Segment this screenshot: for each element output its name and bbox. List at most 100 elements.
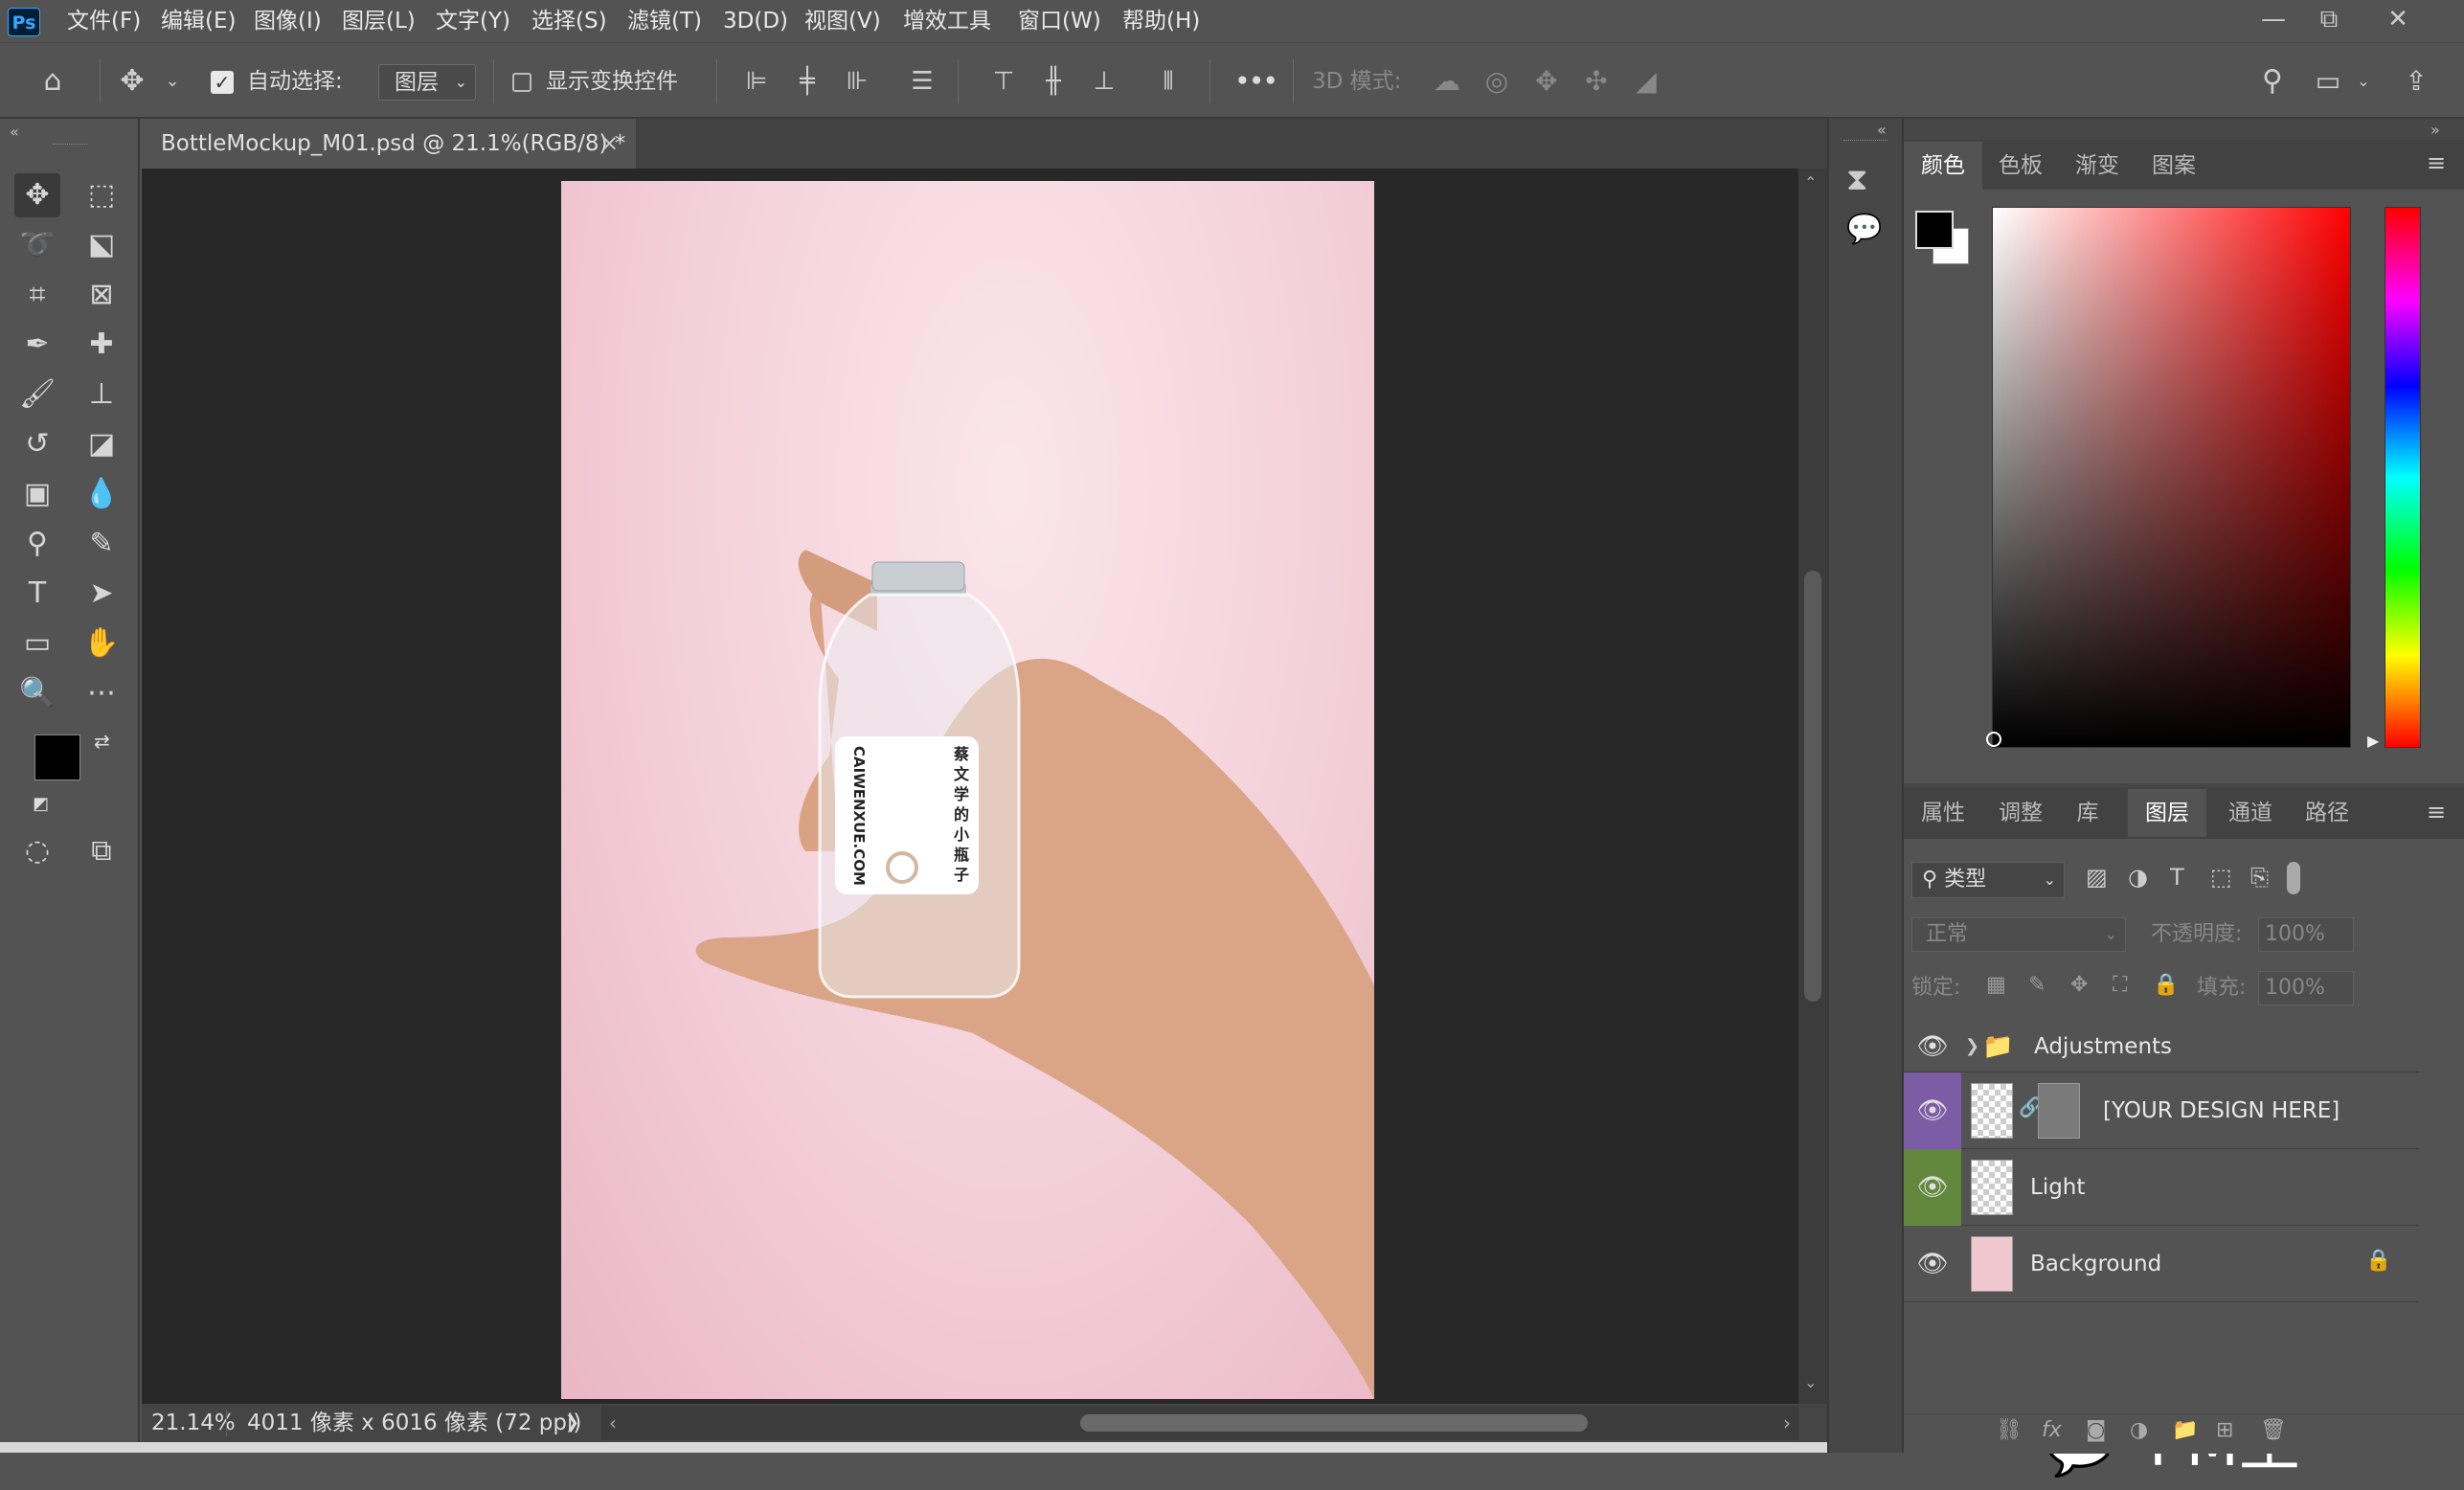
3d-camera-icon[interactable]: ◢ [1624,43,1668,120]
layer-row-background[interactable]: 👁 Background 🔒 [1904,1226,2419,1302]
panel-menu-icon[interactable]: ≡ [2427,799,2446,825]
tab-patterns[interactable]: 图案 [2136,142,2212,190]
default-colors-icon[interactable]: ◩ [33,794,49,814]
lock-pixels-icon[interactable]: ✎ [2028,973,2046,997]
path-select-tool-icon[interactable]: ➤ [79,572,124,616]
panel-foreground-swatch[interactable] [1915,211,1954,249]
opacity-field[interactable]: 100% [2258,917,2354,952]
visibility-eye-icon[interactable]: 👁 [1904,1021,1961,1072]
align-bottom-icon[interactable]: ⊥ [1085,43,1123,120]
menu-type[interactable]: 文字(Y) [436,0,510,42]
healing-brush-tool-icon[interactable]: ✚ [79,323,124,367]
foreground-color-swatch[interactable] [34,734,80,780]
hue-slider-handle[interactable]: ▶ [2367,732,2379,750]
color-picker-cursor[interactable] [1986,732,2001,747]
add-mask-icon[interactable]: ◙ [2086,1418,2106,1442]
horizontal-scrollbar[interactable]: ‹ › [601,1406,1798,1440]
lasso-tool-icon[interactable]: ➰ [14,223,60,267]
brush-tool-icon[interactable]: 🖌 [14,372,60,417]
3d-slide-icon[interactable]: ✣ [1574,43,1618,120]
blur-tool-icon[interactable]: 💧 [79,472,124,516]
more-tools-icon[interactable]: ⋯ [79,671,124,715]
vertical-scroll-thumb[interactable] [1804,571,1821,1002]
status-menu-arrow[interactable]: ❯ [565,1404,579,1442]
menu-file[interactable]: 文件(F) [67,0,141,42]
tab-swatches[interactable]: 色板 [1982,142,2059,190]
3d-roll-icon[interactable]: ◎ [1475,43,1519,120]
filter-shape-icon[interactable]: ⬚ [2210,864,2232,891]
horizontal-scroll-thumb[interactable] [1080,1414,1588,1432]
distribute-icon[interactable]: ☰ [903,43,941,120]
scroll-up-icon[interactable]: ⌃ [1804,173,1817,192]
chevron-down-icon[interactable]: ⌄ [2352,43,2375,120]
auto-select-checkbox[interactable]: ✓ [211,71,234,94]
color-picker-field[interactable] [1992,207,2351,748]
menu-plugins[interactable]: 增效工具 [903,0,991,42]
type-tool-icon[interactable]: T [14,572,60,616]
tab-color[interactable]: 颜色 [1904,142,1982,190]
swap-colors-icon[interactable]: ⇄ [94,730,110,753]
filter-smart-object-icon[interactable]: ⎘ [2250,864,2269,891]
link-layers-icon[interactable]: ⛓ [1996,1418,2023,1442]
share-icon[interactable]: ⇪ [2394,43,2438,120]
scroll-right-icon[interactable]: › [1783,1406,1791,1440]
expand-arrow-icon[interactable]: ❯ [1965,1021,1979,1072]
search-icon[interactable]: ⚲ [2250,43,2294,120]
toolbar-grip[interactable] [53,144,87,148]
menu-view[interactable]: 视图(V) [804,0,881,42]
home-icon[interactable]: ⌂ [29,43,77,120]
canvas-area[interactable]: 蔡文学的小瓶子 CAIWENXUE.COM [142,169,1798,1404]
lock-position-icon[interactable]: ✥ [2070,973,2088,997]
distribute-v-icon[interactable]: ⫴ [1149,43,1187,120]
3d-orbit-icon[interactable]: ☁ [1425,43,1469,120]
menu-window[interactable]: 窗口(W) [1018,0,1101,42]
visibility-eye-icon[interactable]: 👁 [1904,1226,1961,1302]
align-center-h-icon[interactable]: ╪ [788,43,826,120]
visibility-eye-icon[interactable]: 👁 [1904,1072,1961,1149]
screen-mode-icon[interactable]: ⧉ [79,829,124,873]
tool-preset-dropdown-icon[interactable]: ⌄ [158,43,187,120]
rectangle-tool-icon[interactable]: ▭ [14,621,60,666]
vertical-scrollbar[interactable]: ⌃ ⌄ [1798,169,1827,1404]
close-tab-button[interactable]: × [600,119,619,169]
restore-button[interactable]: ⧉ [2302,0,2356,38]
tab-channels[interactable]: 通道 [2212,789,2289,837]
show-transform-checkbox[interactable] [512,73,531,92]
hue-slider[interactable] [2385,207,2421,748]
hand-tool-icon[interactable]: ✋ [79,621,124,666]
menu-image[interactable]: 图像(I) [254,0,322,42]
3d-pan-icon[interactable]: ✥ [1525,43,1569,120]
visibility-eye-icon[interactable]: 👁 [1904,1149,1961,1226]
layer-row-your-design[interactable]: 👁 🔗 [YOUR DESIGN HERE] [1904,1072,2419,1149]
eyedropper-tool-icon[interactable]: ✒ [14,323,60,367]
auto-select-dropdown[interactable]: 图层 ⌄ [378,64,476,101]
tab-paths[interactable]: 路径 [2289,789,2365,837]
marquee-tool-icon[interactable]: ⬚ [79,173,124,217]
fill-field[interactable]: 100% [2258,971,2354,1005]
panel-grip[interactable] [1843,140,1888,145]
document-tab[interactable]: BottleMockup_M01.psd @ 21.1%(RGB/8) * × [142,119,636,169]
more-options-button[interactable]: ••• [1235,43,1277,120]
menu-filter[interactable]: 滤镜(T) [627,0,702,42]
move-tool-icon[interactable]: ✥ [110,43,154,120]
document-canvas[interactable]: 蔡文学的小瓶子 CAIWENXUE.COM [561,181,1374,1399]
frame-tool-icon[interactable]: ⊠ [79,273,124,317]
tab-libraries[interactable]: 库 [2059,789,2116,837]
adjustment-layer-icon[interactable]: ◑ [2130,1418,2148,1442]
filter-type-icon[interactable]: T [2170,864,2184,891]
tab-gradients[interactable]: 渐变 [2059,142,2136,190]
quick-mask-icon[interactable]: ◌ [14,829,60,873]
gradient-tool-icon[interactable]: ▣ [14,472,60,516]
panel-menu-icon[interactable]: ≡ [2427,149,2446,176]
align-left-icon[interactable]: ⊫ [737,43,776,120]
comments-panel-icon[interactable]: 💬 [1846,213,1882,246]
collapse-arrows-icon[interactable]: » [2430,121,2440,139]
menu-help[interactable]: 帮助(H) [1122,0,1200,42]
blend-mode-dropdown[interactable]: 正常 ⌄ [1911,917,2126,952]
dodge-tool-icon[interactable]: ⚲ [14,522,60,566]
lock-artboard-icon[interactable]: ⛶ [2113,973,2127,997]
collapse-arrows-icon[interactable]: « [10,123,19,141]
new-group-icon[interactable]: 📁 [2172,1418,2198,1442]
workspace-icon[interactable]: ▭ [2306,43,2350,120]
scroll-left-icon[interactable]: ‹ [609,1406,617,1440]
